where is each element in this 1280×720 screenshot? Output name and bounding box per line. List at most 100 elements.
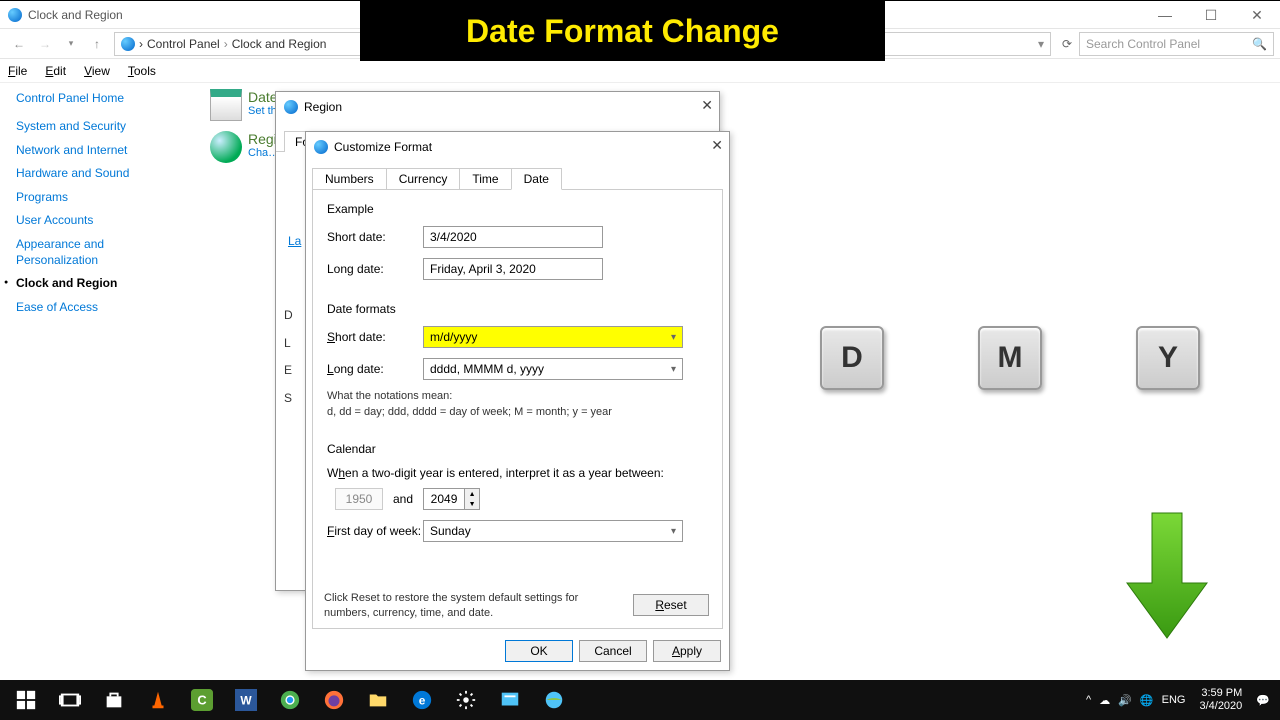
settings-icon[interactable] [444,680,488,720]
notation-title: What the notations mean: [327,390,708,402]
sticky-notes-icon[interactable] [488,680,532,720]
store-icon[interactable] [92,680,136,720]
long-date-example-label: Long date: [327,262,423,276]
first-day-combo[interactable]: Sunday▾ [423,520,683,542]
cancel-button[interactable]: Cancel [579,640,647,662]
short-date-example-label: Short date: [327,230,423,244]
region-icon [210,131,242,163]
breadcrumb-root[interactable]: Control Panel [147,37,220,51]
sidebar-item-ease[interactable]: Ease of Access [16,300,186,316]
long-date-example: Friday, April 3, 2020 [423,258,603,280]
svg-text:W: W [240,694,252,708]
search-icon: 🔍 [1252,37,1267,51]
long-date-format-combo[interactable]: dddd, MMMM d, yyyy▾ [423,358,683,380]
menu-edit[interactable]: Edit [45,64,66,78]
customize-close-button[interactable]: ✕ [711,137,723,154]
customize-dialog-title: Customize Format [334,140,432,154]
tab-date[interactable]: Date [511,168,562,190]
close-button[interactable]: ✕ [1234,1,1280,29]
action-center-icon[interactable]: 💬 [1256,694,1270,707]
menu-view[interactable]: View [84,64,110,78]
reset-description: Click Reset to restore the system defaul… [324,591,584,620]
path-dropdown-icon[interactable]: ▾ [1038,37,1044,51]
reset-button[interactable]: Reset [633,594,709,616]
maximize-button[interactable]: ☐ [1188,1,1234,29]
short-date-format-label: Short date: [327,330,423,344]
keycap-y: Y [1136,326,1200,390]
spinner-down-icon[interactable]: ▼ [465,499,479,509]
two-digit-year-label: When a two-digit year is entered, interp… [327,466,708,480]
path-icon [121,37,135,51]
region-close-button[interactable]: ✕ [701,97,713,114]
search-input[interactable]: Search Control Panel 🔍 [1079,32,1274,56]
window-title: Clock and Region [28,8,123,22]
window-controls: — ☐ ✕ [1142,1,1280,29]
edge-icon[interactable]: e [400,680,444,720]
language-link[interactable]: La [288,234,301,248]
tab-currency[interactable]: Currency [386,168,461,190]
tray-up-icon[interactable]: ^ [1086,694,1091,706]
start-button[interactable] [4,680,48,720]
svg-text:e: e [419,694,426,708]
sidebar-item-programs[interactable]: Programs [16,190,186,206]
customize-format-dialog: Customize Format ✕ Numbers Currency Time… [305,131,730,671]
sidebar-item-hardware[interactable]: Hardware and Sound [16,166,186,182]
word-icon[interactable]: W [224,680,268,720]
short-date-example: 3/4/2020 [423,226,603,248]
year-low-input [335,488,383,510]
control-panel-icon [8,8,22,22]
control-panel-home-link[interactable]: Control Panel Home [16,91,186,105]
year-high-spinner[interactable]: ▲▼ [423,488,480,510]
up-button[interactable]: ↑ [84,31,110,57]
down-arrow-icon [1122,508,1212,648]
ok-button[interactable]: OK [505,640,573,662]
language-indicator[interactable]: ENG [1162,694,1186,706]
breadcrumb-current[interactable]: Clock and Region [232,37,327,51]
firefox-icon[interactable] [312,680,356,720]
first-day-label: First day of week: [327,524,423,538]
svg-text:C: C [197,693,206,708]
date-time-icon [210,89,242,121]
region-dialog-title: Region [304,100,342,114]
tab-time[interactable]: Time [459,168,511,190]
sidebar: Control Panel Home System and Security N… [16,91,186,323]
keycap-d: D [820,326,884,390]
sidebar-item-appearance[interactable]: Appearance and Personalization [16,237,186,268]
sidebar-item-users[interactable]: User Accounts [16,213,186,229]
sidebar-item-clock[interactable]: Clock and Region [16,276,186,292]
onedrive-icon[interactable]: ☁ [1099,694,1110,707]
globe-icon[interactable] [532,680,576,720]
back-button[interactable]: ← [6,31,32,57]
chevron-down-icon: ▾ [671,526,676,537]
refresh-button[interactable]: ⟳ [1055,32,1079,56]
region-edge-letters: DLES [284,302,293,412]
chevron-down-icon: ▾ [671,332,676,343]
menu-file[interactable]: File [8,64,27,78]
volume-icon[interactable]: 🔊 [1118,694,1132,707]
apply-button[interactable]: Apply [653,640,721,662]
notation-text: d, dd = day; ddd, dddd = day of week; M … [327,406,708,418]
network-icon[interactable]: 🌐 [1140,694,1154,707]
long-date-format-label: Long date: [327,362,423,376]
forward-button[interactable]: → [32,31,58,57]
spinner-up-icon[interactable]: ▲ [465,489,479,499]
camtasia-icon[interactable]: C [180,680,224,720]
banner-overlay: Date Format Change [360,1,885,61]
vlc-icon[interactable] [136,680,180,720]
short-date-format-combo[interactable]: m/d/yyyy▾ [423,326,683,348]
task-view-button[interactable] [48,680,92,720]
sidebar-item-network[interactable]: Network and Internet [16,143,186,159]
calendar-heading: Calendar [327,442,708,456]
tray-clock[interactable]: 3:59 PM 3/4/2020 [1193,687,1248,713]
tab-numbers[interactable]: Numbers [312,168,387,190]
example-heading: Example [327,202,708,216]
recent-dropdown[interactable]: ▾ [58,31,84,57]
file-explorer-icon[interactable] [356,680,400,720]
minimize-button[interactable]: — [1142,1,1188,29]
chrome-icon[interactable] [268,680,312,720]
taskbar: C W e ^ ☁ 🔊 🌐 ENG 3:59 PM 3/4/2020 💬 [0,680,1280,720]
menu-tools[interactable]: Tools [128,64,156,78]
region-dialog-icon [284,100,298,114]
sidebar-item-system[interactable]: System and Security [16,119,186,135]
date-formats-heading: Date formats [327,302,708,316]
